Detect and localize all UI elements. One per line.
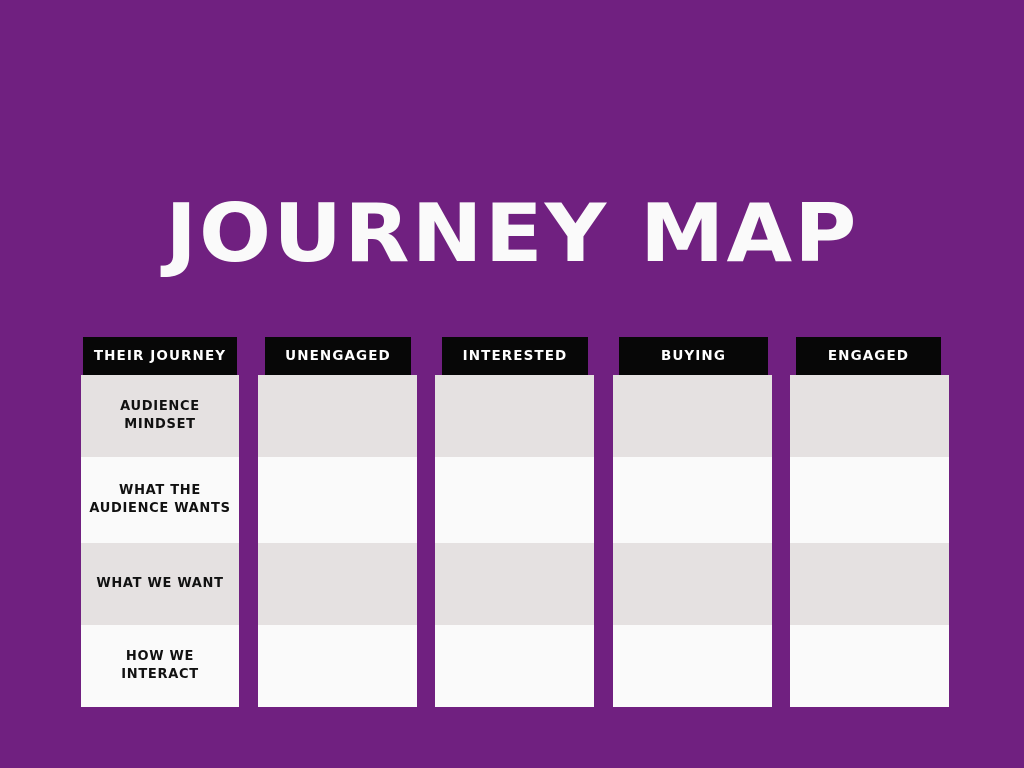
cell-buying-what-the-audience-wants[interactable] (613, 457, 772, 543)
cell-buying-how-we-interact[interactable] (613, 625, 772, 707)
cell-unengaged-how-we-interact[interactable] (258, 625, 417, 707)
cell-engaged-how-we-interact[interactable] (790, 625, 949, 707)
journey-map-board: THEIR JOURNEY AUDIENCE MINDSET WHAT THE … (0, 0, 1024, 768)
column-body-buying (613, 375, 772, 707)
cell-their-journey-what-we-want[interactable]: WHAT WE WANT (81, 543, 239, 625)
cell-interested-audience-mindset[interactable] (435, 375, 594, 457)
column-body-their-journey: AUDIENCE MINDSET WHAT THE AUDIENCE WANTS… (81, 375, 239, 707)
column-header-buying[interactable]: BUYING (619, 337, 768, 375)
row-label-what-the-audience-wants: WHAT THE AUDIENCE WANTS (89, 483, 231, 516)
cell-unengaged-audience-mindset[interactable] (258, 375, 417, 457)
cell-interested-what-we-want[interactable] (435, 543, 594, 625)
column-header-unengaged[interactable]: UNENGAGED (265, 337, 411, 375)
cell-unengaged-what-we-want[interactable] (258, 543, 417, 625)
row-label-how-we-interact: HOW WE INTERACT (121, 649, 199, 682)
row-label-audience-mindset: AUDIENCE MINDSET (120, 399, 200, 432)
column-body-engaged (790, 375, 949, 707)
row-label-what-we-want: WHAT WE WANT (96, 576, 224, 592)
cell-engaged-what-the-audience-wants[interactable] (790, 457, 949, 543)
cell-their-journey-how-we-interact[interactable]: HOW WE INTERACT (81, 625, 239, 707)
column-header-interested[interactable]: INTERESTED (442, 337, 588, 375)
cell-interested-what-the-audience-wants[interactable] (435, 457, 594, 543)
column-body-unengaged (258, 375, 417, 707)
cell-buying-audience-mindset[interactable] (613, 375, 772, 457)
cell-engaged-audience-mindset[interactable] (790, 375, 949, 457)
cell-unengaged-what-the-audience-wants[interactable] (258, 457, 417, 543)
column-header-engaged[interactable]: ENGAGED (796, 337, 941, 375)
cell-their-journey-audience-mindset[interactable]: AUDIENCE MINDSET (81, 375, 239, 457)
cell-engaged-what-we-want[interactable] (790, 543, 949, 625)
cell-their-journey-what-the-audience-wants[interactable]: WHAT THE AUDIENCE WANTS (81, 457, 239, 543)
cell-interested-how-we-interact[interactable] (435, 625, 594, 707)
cell-buying-what-we-want[interactable] (613, 543, 772, 625)
column-body-interested (435, 375, 594, 707)
column-header-their-journey[interactable]: THEIR JOURNEY (83, 337, 237, 375)
